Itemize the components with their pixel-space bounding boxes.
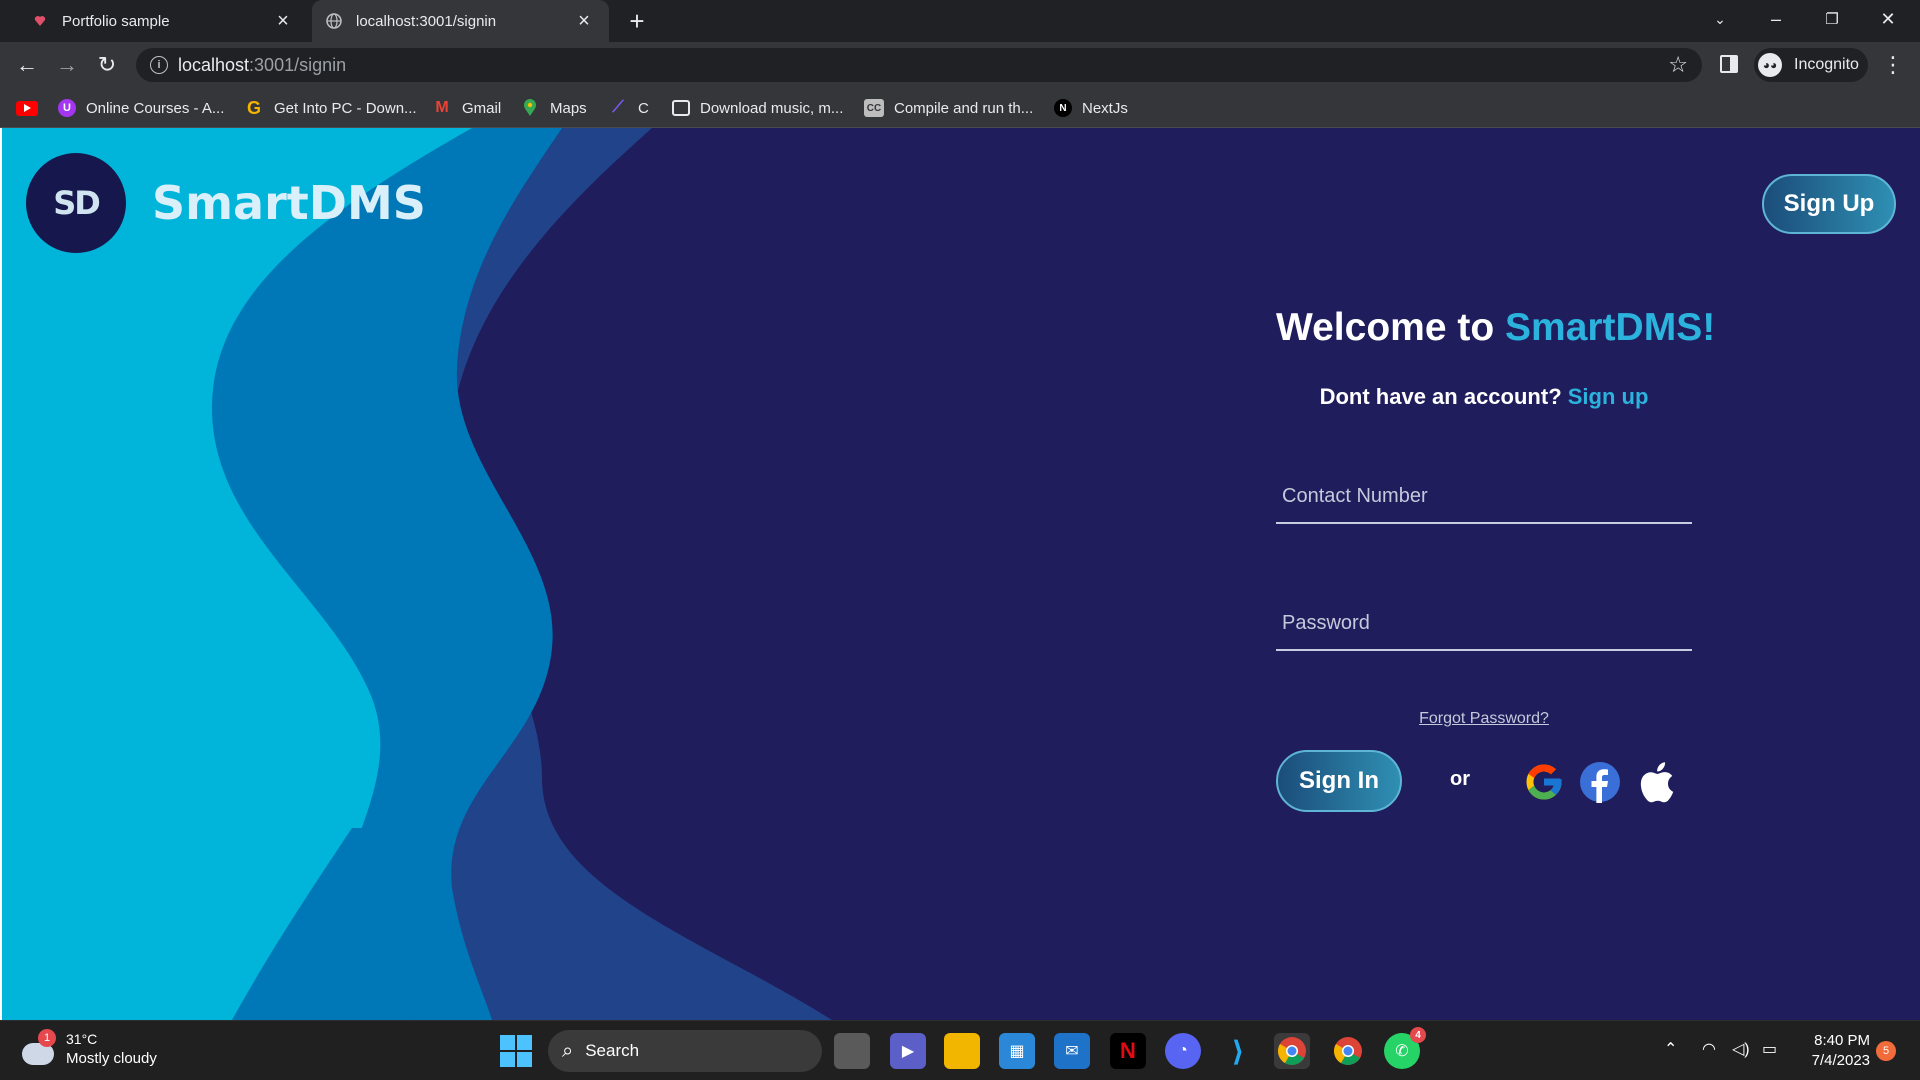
teams-chat-icon[interactable]: ▶ bbox=[890, 1033, 926, 1069]
weather-badge: 1 bbox=[38, 1029, 56, 1047]
cloud-icon: 1 bbox=[22, 1029, 56, 1065]
bookmark-compile[interactable]: CC Compile and run th... bbox=[864, 97, 1033, 119]
tab-title: localhost:3001/signin bbox=[356, 12, 497, 30]
page-viewport: SD SmartDMS Sign Up Welcome to SmartDMS!… bbox=[0, 128, 1920, 1020]
back-button[interactable]: ← bbox=[12, 50, 42, 80]
whatsapp-icon[interactable]: ✆ 4 bbox=[1384, 1027, 1426, 1069]
sign-up-link[interactable]: Sign up bbox=[1568, 384, 1649, 409]
background-waves bbox=[2, 128, 832, 1020]
maps-icon bbox=[520, 99, 540, 117]
bookmark-download-music[interactable]: Download music, m... bbox=[672, 97, 843, 119]
password-field[interactable] bbox=[1276, 597, 1692, 651]
no-account-text: Dont have an account? Sign up bbox=[1319, 384, 1649, 409]
bookmark-maps[interactable]: Maps bbox=[520, 97, 587, 119]
udemy-icon: U bbox=[58, 99, 76, 117]
nextjs-icon: N bbox=[1054, 99, 1072, 117]
header-sign-up-button[interactable]: Sign Up bbox=[1762, 174, 1896, 234]
new-tab-button[interactable]: + bbox=[622, 6, 652, 36]
bookmark-gmail[interactable]: M Gmail bbox=[432, 97, 501, 119]
tab-signin[interactable]: localhost:3001/signin × bbox=[312, 0, 609, 42]
bookmark-c[interactable]: ⟋ C bbox=[608, 97, 648, 119]
show-hidden-icons-chevron-icon[interactable]: ⌃ bbox=[1664, 1039, 1677, 1059]
compiler-icon: CC bbox=[864, 99, 884, 117]
apple-login-icon[interactable] bbox=[1634, 760, 1678, 804]
browser-menu-icon[interactable]: ⋮ bbox=[1882, 52, 1904, 78]
vscode-icon[interactable]: ⟩ bbox=[1220, 1033, 1256, 1069]
getintopc-icon: G bbox=[246, 97, 261, 118]
tab-portfolio[interactable]: Portfolio sample × bbox=[8, 0, 308, 42]
microsoft-store-icon[interactable]: ▦ bbox=[999, 1033, 1035, 1069]
weather-description: Mostly cloudy bbox=[66, 1050, 157, 1067]
incognito-icon: ◕◕ bbox=[1758, 53, 1782, 77]
taskbar-search[interactable]: ⌕ Search bbox=[548, 1030, 822, 1072]
bookmark-star-icon[interactable]: ☆ bbox=[1668, 52, 1688, 78]
tab-title: Portfolio sample bbox=[62, 12, 170, 30]
tab-strip: Portfolio sample × localhost:3001/signin… bbox=[0, 0, 1920, 42]
start-button[interactable] bbox=[500, 1035, 532, 1067]
discord-icon[interactable]: ◔ bbox=[1165, 1033, 1201, 1069]
bookmark-getintopc[interactable]: G Get Into PC - Down... bbox=[244, 97, 417, 119]
forgot-password-link[interactable]: Forgot Password? bbox=[1276, 710, 1692, 728]
close-tab-icon[interactable]: × bbox=[272, 10, 294, 32]
mail-icon[interactable]: ✉ bbox=[1054, 1033, 1090, 1069]
sign-in-button[interactable]: Sign In bbox=[1276, 750, 1402, 812]
google-login-icon[interactable] bbox=[1522, 760, 1566, 804]
clock-time: 8:40 PM bbox=[1814, 1032, 1870, 1049]
netflix-icon[interactable]: N bbox=[1110, 1033, 1146, 1069]
bookmark-nextjs[interactable]: N NextJs bbox=[1054, 97, 1128, 119]
incognito-profile-button[interactable]: ◕◕ Incognito bbox=[1754, 48, 1868, 82]
weather-temperature: 31°C bbox=[66, 1031, 98, 1047]
or-separator: or bbox=[1450, 768, 1470, 790]
search-icon: ⌕ bbox=[562, 1039, 574, 1062]
close-window-button[interactable]: ✕ bbox=[1860, 0, 1916, 38]
battery-icon[interactable]: ▭ bbox=[1762, 1039, 1777, 1059]
bookmark-youtube[interactable] bbox=[16, 97, 48, 119]
clock-date: 7/4/2023 bbox=[1811, 1052, 1870, 1069]
contact-number-input[interactable] bbox=[1276, 470, 1692, 522]
globe-icon bbox=[326, 13, 342, 29]
brand-name[interactable]: SmartDMS bbox=[152, 176, 426, 230]
gmail-icon: M bbox=[435, 99, 449, 116]
password-input[interactable] bbox=[1276, 597, 1692, 649]
c-icon: ⟋ bbox=[612, 99, 624, 116]
browser-toolbar: ← → ↻ i localhost:3001/signin ☆ ◕◕ Incog… bbox=[0, 42, 1920, 88]
wifi-icon[interactable]: ◠ bbox=[1702, 1039, 1716, 1059]
youtube-icon bbox=[16, 100, 38, 116]
bookmark-online-courses[interactable]: U Online Courses - A... bbox=[58, 97, 224, 119]
facebook-login-icon[interactable] bbox=[1578, 760, 1622, 804]
welcome-heading: Welcome to SmartDMS! bbox=[1276, 306, 1716, 349]
volume-icon[interactable]: ◁) bbox=[1732, 1039, 1750, 1059]
forward-button[interactable]: → bbox=[52, 50, 82, 80]
download-icon bbox=[672, 100, 690, 116]
portfolio-favicon-icon bbox=[32, 13, 48, 29]
whatsapp-badge: 4 bbox=[1410, 1027, 1426, 1043]
restore-button[interactable]: ❐ bbox=[1804, 0, 1860, 38]
site-info-icon[interactable]: i bbox=[150, 56, 168, 74]
address-bar[interactable]: i localhost:3001/signin ☆ bbox=[136, 48, 1702, 82]
close-tab-icon[interactable]: × bbox=[573, 10, 595, 32]
bookmarks-bar: U Online Courses - A... G Get Into PC - … bbox=[0, 88, 1920, 128]
task-view-icon[interactable] bbox=[834, 1033, 870, 1069]
profile-label: Incognito bbox=[1794, 56, 1859, 73]
minimize-button[interactable]: – bbox=[1748, 0, 1804, 38]
chrome-active-icon[interactable] bbox=[1274, 1033, 1310, 1069]
file-explorer-icon[interactable] bbox=[944, 1033, 980, 1069]
notification-badge[interactable]: 5 bbox=[1876, 1041, 1896, 1061]
tab-search-chevron-icon[interactable]: ⌄ bbox=[1692, 0, 1748, 38]
chrome-icon[interactable] bbox=[1330, 1033, 1366, 1069]
side-panel-icon[interactable] bbox=[1720, 55, 1738, 73]
smartdms-logo[interactable]: SD bbox=[26, 153, 126, 253]
system-clock[interactable]: 8:40 PM 7/4/2023 bbox=[1790, 1031, 1870, 1071]
weather-widget[interactable]: 1 31°C Mostly cloudy bbox=[22, 1029, 157, 1069]
url-text: localhost:3001/signin bbox=[178, 55, 347, 75]
windows-taskbar: 1 31°C Mostly cloudy ⌕ Search ▶ ▦ ✉ N ◔ … bbox=[0, 1020, 1920, 1080]
reload-button[interactable]: ↻ bbox=[92, 50, 122, 80]
contact-number-field[interactable] bbox=[1276, 470, 1692, 524]
